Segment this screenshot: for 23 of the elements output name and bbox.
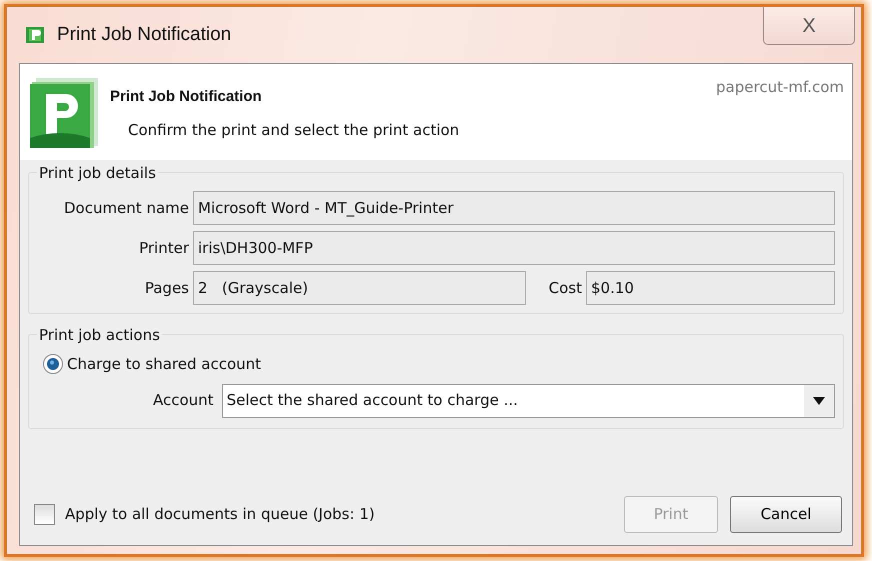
radio-button[interactable]	[43, 354, 63, 374]
radio-label: Charge to shared account	[67, 354, 262, 375]
checkbox-label: Apply to all documents in queue (Jobs: 1)	[65, 504, 375, 526]
field-label: Printer	[138, 238, 189, 259]
field-label: Cost	[548, 278, 582, 299]
field-label: Account	[153, 390, 214, 412]
field-label: Document name	[62, 198, 189, 219]
close-button[interactable]: X	[763, 7, 855, 45]
app-icon	[25, 25, 47, 45]
caret-icon	[813, 396, 825, 404]
checkbox[interactable]	[34, 504, 55, 525]
website-label: papercut-mf.com	[716, 77, 844, 98]
text-field[interactable]: Microsoft Word - MT_Guide-Printer	[193, 191, 835, 225]
text-field[interactable]: $0.10	[586, 271, 835, 305]
dialog-button[interactable]: Cancel	[730, 496, 842, 533]
field-label: Pages	[144, 278, 189, 299]
text-field[interactable]: iris\DH300-MFP	[193, 231, 835, 265]
account-dropdown[interactable]: Select the shared account to charge ...	[222, 384, 835, 418]
header-subtitle: Confirm the print and select the print action	[128, 120, 460, 140]
header-title: Print Job Notification	[110, 87, 263, 107]
logo-icon	[28, 76, 100, 150]
window-title: Print Job Notification	[57, 22, 232, 47]
text-field[interactable]: 2 (Grayscale)	[193, 271, 526, 305]
